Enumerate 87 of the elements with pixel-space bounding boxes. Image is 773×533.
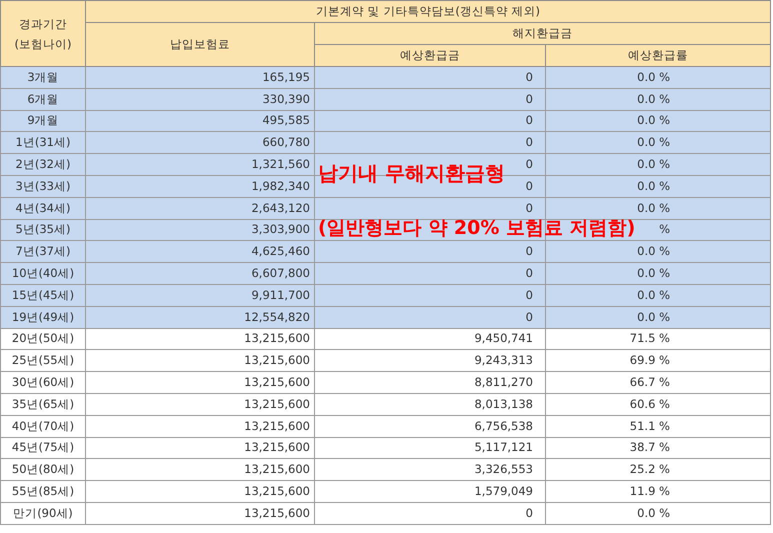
column-header: 기본계약 및 기타특약담보(갱신특약 제외) [86, 0, 770, 22]
refund-cell: 9,450,741 [314, 328, 546, 350]
period-cell: 55년(85세) [0, 480, 86, 502]
period-cell: 5년(35세) [0, 219, 86, 241]
refund-cell: 0 [314, 284, 546, 306]
refund-cell: 0 [314, 88, 546, 110]
rate-cell: 69.9 % [546, 350, 770, 372]
period-cell: 40년(70세) [0, 415, 86, 438]
refund-cell: 0 [314, 66, 546, 88]
period-cell: 1년(31세) [0, 132, 86, 154]
period-cell: 만기(90세) [0, 502, 86, 524]
refund-cell: 0 [314, 110, 546, 132]
refund-cell: 0 [314, 240, 546, 263]
period-cell: 35년(65세) [0, 393, 86, 416]
period-cell: 20년(50세) [0, 328, 86, 350]
premium-cell: 13,215,600 [86, 350, 314, 372]
period-cell: 4년(34세) [0, 197, 86, 220]
rate-cell: 0.0 % [546, 66, 770, 88]
rate-cell: 0.0 % [546, 132, 770, 154]
refund-cell: 0 [314, 262, 546, 284]
period-cell: 50년(80세) [0, 458, 86, 481]
premium-cell: 13,215,600 [86, 372, 314, 394]
premium-cell: 165,195 [86, 66, 314, 88]
premium-cell: 13,215,600 [86, 480, 314, 502]
period-cell: 2년(32세) [0, 154, 86, 176]
refund-cell: 0 [314, 306, 546, 328]
premium-cell: 3,303,900 [86, 219, 314, 241]
refund-cell: 0 [314, 502, 546, 524]
rate-cell: 0.0 % [546, 110, 770, 132]
column-header: 예상환급률 [546, 44, 770, 66]
overlay-note: (일반형보다 약 20% 보험료 저렴함) [318, 219, 636, 238]
rate-cell: 0.0 % [546, 240, 770, 263]
rate-cell: 25.2 % [546, 458, 770, 481]
period-cell: 7년(37세) [0, 240, 86, 263]
period-cell: 3년(33세) [0, 175, 86, 198]
refund-cell: 0 [314, 132, 546, 154]
period-cell: 6개월 [0, 88, 86, 110]
period-cell: 15년(45세) [0, 284, 86, 306]
rate-cell: 60.6 % [546, 393, 770, 416]
premium-cell: 2,643,120 [86, 197, 314, 220]
period-cell: 45년(75세) [0, 437, 86, 459]
rate-cell: 0.0 % [546, 284, 770, 306]
period-cell: 25년(55세) [0, 350, 86, 372]
rate-cell: 0.0 % [546, 502, 770, 524]
premium-cell: 1,321,560 [86, 154, 314, 176]
refund-cell: 8,013,138 [314, 393, 546, 416]
column-header: 납입보험료 [86, 22, 314, 66]
rate-cell: 0.0 % [546, 306, 770, 328]
period-cell: 19년(49세) [0, 306, 86, 328]
period-cell: 10년(40세) [0, 262, 86, 284]
premium-cell: 13,215,600 [86, 328, 314, 350]
column-header: 해지환급금 [314, 22, 770, 44]
rate-cell: 51.1 % [546, 415, 770, 438]
premium-cell: 6,607,800 [86, 262, 314, 284]
refund-cell: 5,117,121 [314, 437, 546, 459]
premium-cell: 13,215,600 [86, 502, 314, 524]
refund-cell: 9,243,313 [314, 350, 546, 372]
rate-cell: 0.0 % [546, 154, 770, 176]
premium-cell: 13,215,600 [86, 415, 314, 438]
refund-cell: 6,756,538 [314, 415, 546, 438]
rate-cell: 0.0 % [546, 197, 770, 220]
rate-cell: 66.7 % [546, 372, 770, 394]
premium-cell: 1,982,340 [86, 175, 314, 198]
rate-cell: 0.0 % [546, 88, 770, 110]
rate-cell: 0.0 % [546, 175, 770, 198]
premium-cell: 330,390 [86, 88, 314, 110]
column-header: 경과기간 (보험나이) [0, 0, 86, 66]
premium-cell: 9,911,700 [86, 284, 314, 306]
period-cell: 3개월 [0, 66, 86, 88]
refund-cell: 3,326,553 [314, 458, 546, 481]
refund-cell: 1,579,049 [314, 480, 546, 502]
period-cell: 30년(60세) [0, 372, 86, 394]
rate-cell: 71.5 % [546, 328, 770, 350]
rate-cell: 38.7 % [546, 437, 770, 459]
premium-cell: 495,585 [86, 110, 314, 132]
rate-cell: 0.0 % [546, 262, 770, 284]
refund-cell: 8,811,270 [314, 372, 546, 394]
rate-cell: 11.9 % [546, 480, 770, 502]
premium-cell: 13,215,600 [86, 458, 314, 481]
premium-cell: 4,625,460 [86, 240, 314, 263]
refund-cell: 0 [314, 197, 546, 220]
premium-cell: 12,554,820 [86, 306, 314, 328]
premium-cell: 660,780 [86, 132, 314, 154]
column-header: 예상환급금 [314, 44, 546, 66]
premium-cell: 13,215,600 [86, 437, 314, 459]
period-cell: 9개월 [0, 110, 86, 132]
premium-cell: 13,215,600 [86, 393, 314, 416]
